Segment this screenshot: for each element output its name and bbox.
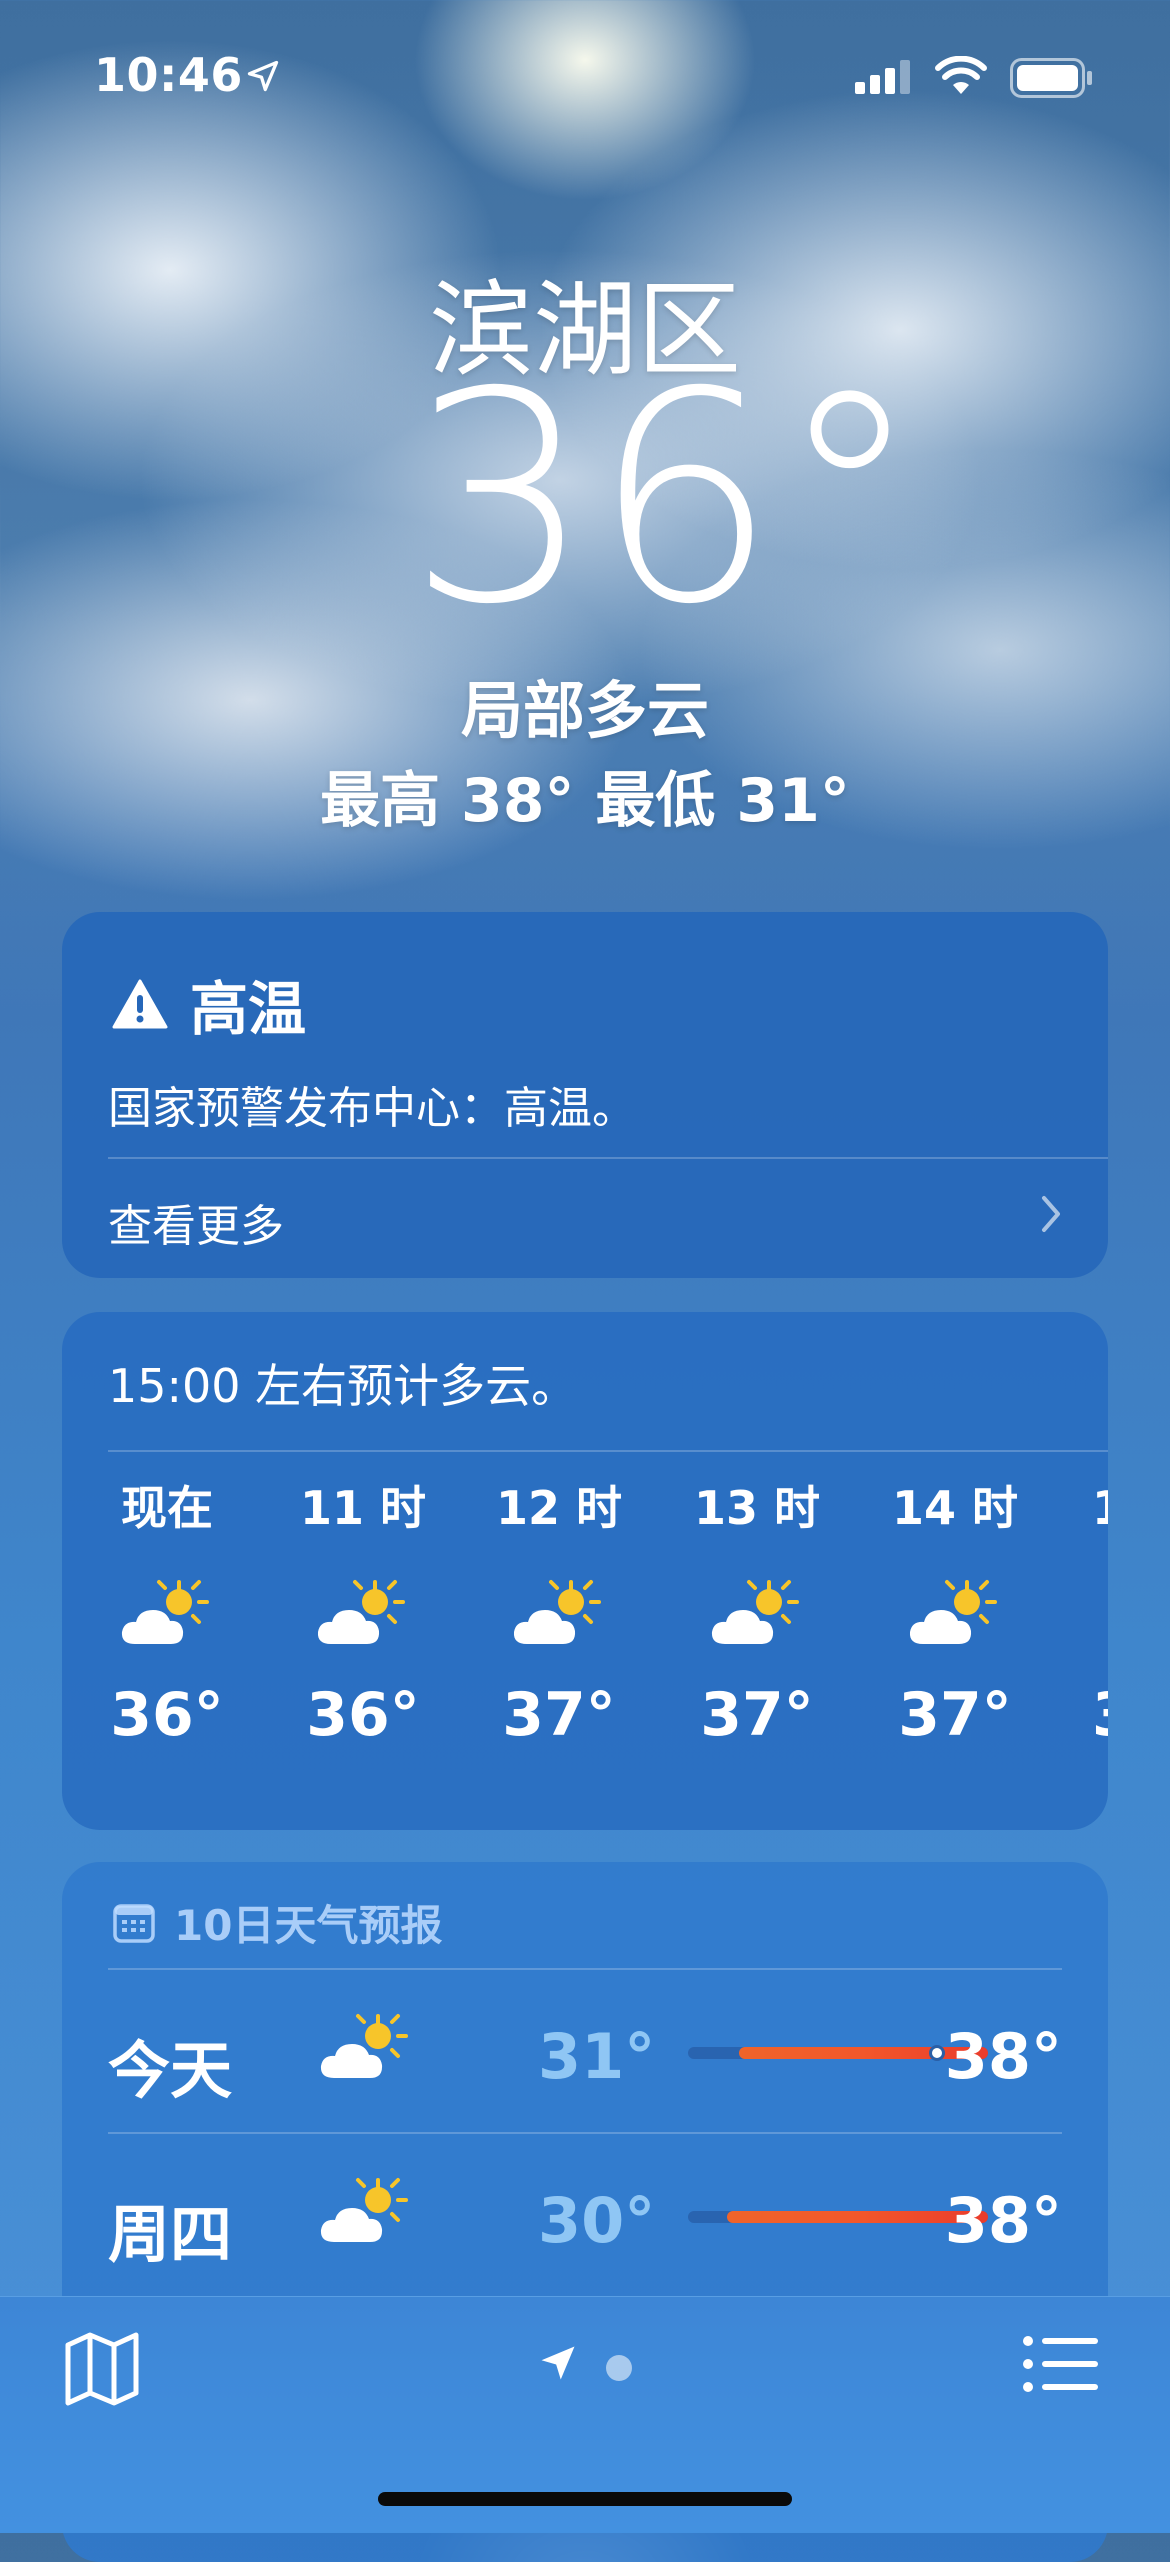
temperature-range-bar xyxy=(688,2211,988,2223)
heat-alert-card[interactable]: 高温 国家预警发布中心：高温。 查看更多 xyxy=(62,912,1108,1278)
partly-sunny-icon xyxy=(513,1580,601,1644)
hour-item-partial: 1 3 xyxy=(1092,1478,1108,1750)
status-time: 10:46 xyxy=(94,48,243,102)
hour-label: 12 时 xyxy=(495,1481,623,1535)
hour-label: 1 xyxy=(1092,1478,1108,1538)
wifi-icon xyxy=(935,56,987,94)
hour-label: 14 时 xyxy=(891,1481,1019,1535)
hour-item: 11 时 36° xyxy=(288,1478,438,1750)
list-icon[interactable] xyxy=(1022,2335,1098,2393)
hourly-summary: 15:00 左右预计多云。 xyxy=(108,1359,578,1413)
temperature-range-bar xyxy=(688,2045,988,2061)
location-arrow-icon xyxy=(247,60,279,92)
forecast-high: 38° xyxy=(944,2184,1062,2257)
hour-temperature: 37° xyxy=(898,1680,1012,1750)
current-temperature: 36° xyxy=(408,331,923,668)
hour-temperature: 3 xyxy=(1092,1680,1108,1750)
high-low-temperature: 最高 38° 最低 31° xyxy=(320,766,850,836)
see-more-link[interactable]: 查看更多 xyxy=(108,1190,284,1254)
forecast-row-today[interactable]: 今天 31° 38° xyxy=(108,1970,1062,2132)
hour-item: 12 时 37° xyxy=(484,1478,634,1750)
current-temperature-marker xyxy=(929,2045,945,2061)
hour-temperature: 36° xyxy=(306,1680,420,1750)
warning-icon xyxy=(112,979,168,1029)
forecast-low: 30° xyxy=(538,2184,656,2257)
hour-item: 14 时 37° xyxy=(880,1478,1030,1750)
location-arrow-icon[interactable] xyxy=(536,2341,580,2385)
ten-day-title: 10日天气预报 xyxy=(174,1901,443,1950)
hour-item: 13 时 37° xyxy=(682,1478,832,1750)
alert-title: 高温 xyxy=(190,975,307,1043)
chevron-right-icon xyxy=(1042,1196,1060,1232)
hour-temperature: 37° xyxy=(700,1680,814,1750)
page-indicator-dot[interactable] xyxy=(606,2355,632,2381)
partly-sunny-icon xyxy=(320,2178,408,2242)
battery-icon xyxy=(1010,58,1092,98)
forecast-high: 38° xyxy=(944,2020,1062,2093)
forecast-row-thursday[interactable]: 周四 30° 38° xyxy=(108,2134,1062,2296)
hourly-scroll[interactable]: 现在 36° 11 时 36° 12 时 37° 13 时 37° 14 时 3… xyxy=(62,1478,1108,1808)
hour-item: 现在 36° xyxy=(92,1478,242,1750)
partly-sunny-icon xyxy=(320,2014,408,2078)
ten-day-header: 10日天气预报 xyxy=(112,1892,442,1953)
partly-sunny-icon xyxy=(121,1580,209,1644)
home-indicator[interactable] xyxy=(378,2492,792,2506)
forecast-day: 今天 xyxy=(108,2034,233,2107)
hour-temperature: 36° xyxy=(110,1680,224,1750)
alert-body: 国家预警发布中心：高温。 xyxy=(108,1083,636,1134)
hour-temperature: 37° xyxy=(502,1680,616,1750)
hour-label: 13 时 xyxy=(693,1481,821,1535)
partly-sunny-icon xyxy=(909,1580,997,1644)
current-condition: 局部多云 xyxy=(460,674,709,747)
alert-title-row: 高温 xyxy=(112,962,306,1046)
forecast-low: 31° xyxy=(538,2020,656,2093)
partly-sunny-icon xyxy=(711,1580,799,1644)
hour-label: 11 时 xyxy=(299,1481,427,1535)
status-bar: 10:46 xyxy=(0,0,1170,140)
hourly-divider xyxy=(108,1450,1108,1452)
partly-sunny-icon xyxy=(317,1580,405,1644)
hourly-forecast-card[interactable]: 15:00 左右预计多云。 现在 36° 11 时 36° 12 时 37° 1… xyxy=(62,1312,1108,1830)
alert-divider xyxy=(108,1157,1108,1159)
calendar-icon xyxy=(113,1903,155,1943)
forecast-day: 周四 xyxy=(108,2198,233,2271)
cellular-signal-icon xyxy=(855,60,910,94)
map-icon[interactable] xyxy=(62,2331,142,2407)
hour-label: 现在 xyxy=(121,1481,213,1535)
